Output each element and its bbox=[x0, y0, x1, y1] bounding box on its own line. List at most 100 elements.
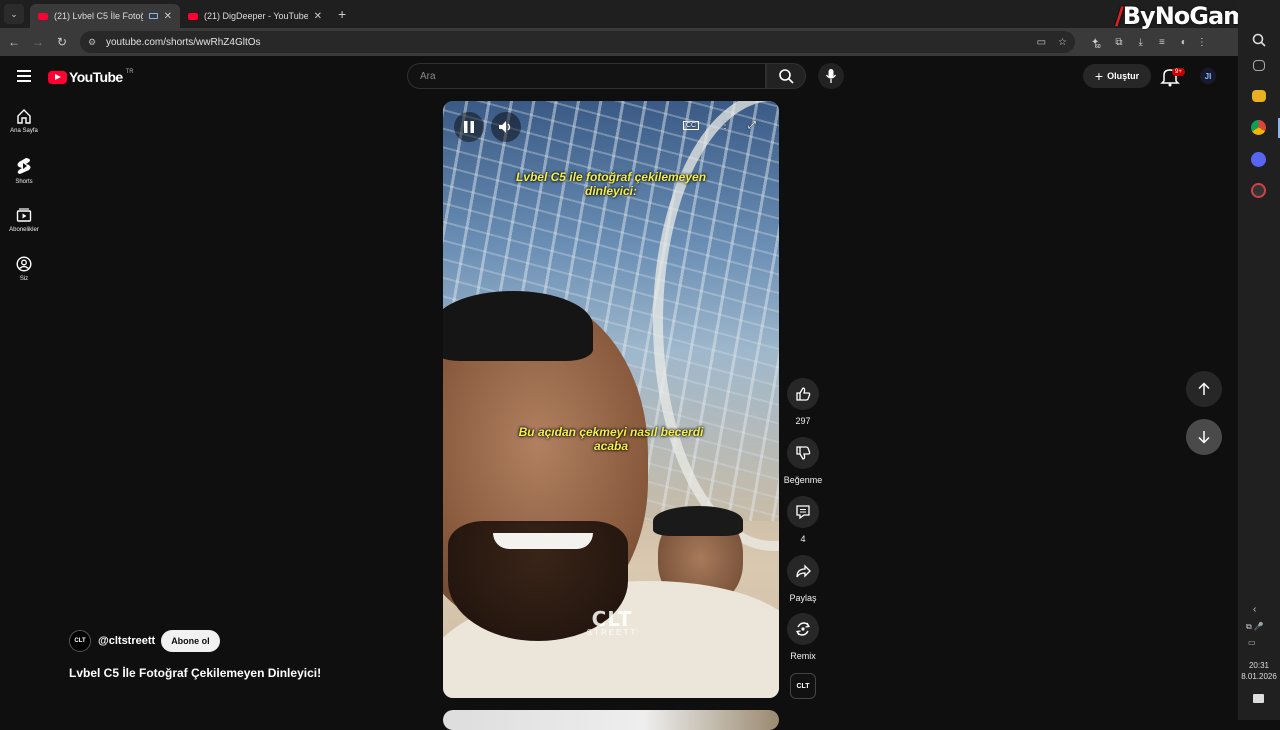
tab-close-icon[interactable]: ✕ bbox=[314, 11, 322, 22]
caption-top: Lvbel C5 ile fotoğraf çekilemeyen dinley… bbox=[515, 170, 707, 198]
more-options-icon[interactable]: ⋮ bbox=[720, 120, 730, 131]
channel-avatar-text: CLT bbox=[74, 638, 86, 644]
next-short-preview[interactable] bbox=[443, 710, 779, 730]
browser-toolbar: ← → ↻ ⚙ youtube.com/shorts/wwRhZ4GltOs ▭… bbox=[0, 28, 1238, 56]
channel-avatar-small[interactable]: CLT bbox=[790, 673, 816, 699]
like-button[interactable] bbox=[787, 378, 819, 410]
avatar-text: JI bbox=[1204, 71, 1212, 81]
tab-title: (21) DigDeeper - YouTube bbox=[204, 11, 308, 21]
pause-icon bbox=[464, 121, 474, 133]
notification-icon[interactable] bbox=[1253, 694, 1264, 703]
dislike-label: Beğenme bbox=[783, 475, 823, 485]
search-input[interactable]: Ara bbox=[407, 63, 766, 89]
share-action[interactable]: Paylaş bbox=[787, 555, 819, 603]
extensions-puzzle-icon[interactable]: ⧉ bbox=[1115, 37, 1122, 48]
discord-icon[interactable] bbox=[1251, 152, 1266, 167]
dislike-button[interactable] bbox=[787, 437, 819, 469]
next-short-button[interactable] bbox=[1186, 419, 1222, 455]
app-icon[interactable] bbox=[1251, 183, 1266, 198]
voice-search-button[interactable] bbox=[818, 63, 844, 89]
like-action[interactable]: 297 bbox=[787, 378, 819, 426]
create-button[interactable]: + Oluştur bbox=[1083, 64, 1151, 88]
remix-button[interactable] bbox=[787, 613, 819, 645]
download-icon[interactable]: ⤓ bbox=[1139, 37, 1143, 48]
subscribe-button[interactable]: Abone ol bbox=[161, 630, 220, 652]
guide-item-subscriptions[interactable]: Abonelikler bbox=[0, 207, 48, 233]
tab-title: (21) Lvbel C5 İle Fotoğraf Ç bbox=[54, 11, 143, 21]
search-placeholder: Ara bbox=[420, 70, 436, 82]
chevron-left-icon[interactable]: ‹ bbox=[1253, 604, 1256, 615]
guide-label: Shorts bbox=[15, 179, 33, 185]
guide-item-shorts[interactable]: Shorts bbox=[0, 157, 48, 185]
country-code: TR bbox=[125, 69, 134, 75]
youtube-favicon-icon bbox=[188, 12, 198, 20]
microphone-icon bbox=[825, 69, 837, 83]
clock-time[interactable]: 20:31 bbox=[1238, 660, 1280, 671]
tab-active[interactable]: (21) Lvbel C5 İle Fotoğraf Ç ✕ bbox=[30, 4, 180, 28]
tray-icons[interactable]: ⧉ 🎤 bbox=[1246, 622, 1264, 632]
channel-avatar[interactable]: CLT bbox=[69, 630, 91, 652]
subscriptions-icon bbox=[16, 208, 32, 222]
reload-icon[interactable]: ↻ bbox=[50, 35, 74, 49]
channel-avatar-text: CLT bbox=[796, 682, 810, 690]
extension-badge: 60 bbox=[1095, 43, 1101, 50]
new-tab-button[interactable]: + bbox=[338, 6, 346, 22]
chrome-icon[interactable] bbox=[1251, 120, 1266, 135]
forward-icon[interactable]: → bbox=[26, 35, 50, 49]
search-button[interactable] bbox=[766, 63, 806, 89]
profile-icon[interactable]: ◐ bbox=[1181, 37, 1187, 48]
comment-count: 4 bbox=[800, 534, 806, 544]
channel-handle[interactable]: @cltstreett bbox=[98, 635, 155, 647]
cast-icon[interactable]: ▭ bbox=[1037, 37, 1046, 48]
site-info-icon[interactable]: ⚙ bbox=[88, 37, 98, 48]
tab-search-button[interactable]: ⌄ bbox=[4, 4, 24, 24]
guide-item-home[interactable]: Ana Sayfa bbox=[0, 108, 48, 134]
dislike-action[interactable]: Beğenme bbox=[784, 437, 822, 485]
back-icon[interactable]: ← bbox=[2, 35, 26, 49]
remix-label: Remix bbox=[790, 651, 816, 661]
tab-picture-in-picture-icon bbox=[148, 13, 158, 19]
remix-icon bbox=[795, 622, 811, 636]
guide-label: Ana Sayfa bbox=[10, 128, 38, 134]
youtube-favicon-icon bbox=[38, 12, 48, 20]
previous-short-button[interactable] bbox=[1186, 371, 1222, 407]
extension-icon[interactable]: ✦ 60 bbox=[1091, 37, 1101, 50]
fullscreen-icon[interactable]: ⤢ bbox=[748, 120, 756, 131]
taskview-icon[interactable] bbox=[1253, 60, 1265, 71]
file-explorer-icon[interactable] bbox=[1252, 90, 1266, 102]
bookmark-star-icon[interactable]: ☆ bbox=[1058, 37, 1067, 48]
browser-menu-icon[interactable]: ⋮ bbox=[1197, 37, 1207, 48]
clt-watermark: CLT STREETT bbox=[577, 607, 647, 637]
youtube-play-icon bbox=[48, 70, 67, 84]
guide-item-you[interactable]: Siz bbox=[0, 256, 48, 282]
thumbs-down-icon bbox=[796, 446, 811, 460]
tab-inactive[interactable]: (21) DigDeeper - YouTube ✕ bbox=[180, 4, 330, 28]
comments-button[interactable] bbox=[787, 496, 819, 528]
youtube-logo[interactable]: YouTube TR bbox=[48, 69, 134, 85]
share-button[interactable] bbox=[787, 555, 819, 587]
you-icon bbox=[16, 256, 32, 272]
tab-close-icon[interactable]: ✕ bbox=[164, 11, 172, 22]
comments-action[interactable]: 4 bbox=[787, 496, 819, 544]
pause-button[interactable] bbox=[454, 112, 484, 142]
shorts-video-player[interactable]: Lvbel C5 ile fotoğraf çekilemeyen dinley… bbox=[443, 101, 779, 698]
display-icon[interactable]: ▭ bbox=[1248, 638, 1256, 647]
search-icon bbox=[779, 69, 794, 84]
address-bar[interactable]: ⚙ youtube.com/shorts/wwRhZ4GltOs ▭ ☆ bbox=[80, 31, 1075, 53]
video-hair bbox=[443, 291, 593, 361]
channel-row: CLT @cltstreett Abone ol bbox=[69, 630, 220, 652]
media-controls-icon[interactable]: ≡ bbox=[1159, 37, 1165, 48]
captions-icon[interactable]: CC bbox=[683, 121, 700, 130]
menu-icon[interactable] bbox=[17, 70, 31, 82]
clt-watermark-small: STREETT bbox=[586, 628, 638, 637]
account-avatar[interactable]: JI bbox=[1200, 68, 1216, 84]
subscribe-label: Abone ol bbox=[171, 636, 210, 646]
youtube-header: YouTube TR Ara + Oluştur 9+ JI bbox=[0, 56, 1238, 98]
clock-date[interactable]: 8.01.2026 bbox=[1238, 671, 1280, 682]
volume-button[interactable] bbox=[491, 112, 521, 142]
url-text: youtube.com/shorts/wwRhZ4GltOs bbox=[106, 36, 261, 48]
arrow-up-icon bbox=[1198, 382, 1210, 395]
video-title[interactable]: Lvbel C5 İle Fotoğraf Çekilemeyen Dinley… bbox=[69, 666, 321, 680]
remix-action[interactable]: Remix bbox=[787, 613, 819, 661]
search-icon[interactable] bbox=[1251, 32, 1267, 48]
